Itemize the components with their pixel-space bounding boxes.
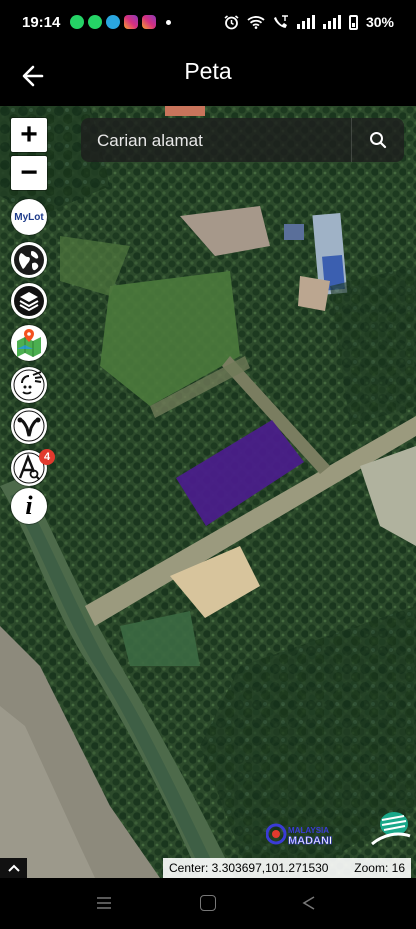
layers-button[interactable] <box>11 283 47 319</box>
status-bar: 19:14 30% <box>0 0 416 46</box>
agency-logo <box>371 812 411 846</box>
app-bar: Peta <box>0 46 416 106</box>
battery-icon <box>348 14 358 30</box>
system-navigation-bar <box>0 878 416 929</box>
search-layer-button[interactable]: 4 <box>11 449 55 486</box>
map-center-readout: Center: 3.303697,101.271530 Zoom: 16 <box>163 858 411 878</box>
nav-back-icon[interactable] <box>302 895 316 911</box>
measure-tool-icon <box>13 410 45 442</box>
page-title: Peta <box>184 58 232 84</box>
center-coordinates: Center: 3.303697,101.271530 <box>169 861 329 875</box>
volte-call-icon <box>273 14 288 28</box>
layer-count-badge: 4 <box>39 449 55 465</box>
malaysia-madani-logo: MALAYSIA MADANI <box>266 823 332 847</box>
mylot-button[interactable]: MyLot <box>11 199 47 235</box>
mylot-logo: MyLot <box>14 211 44 223</box>
whatsapp-icon <box>70 15 84 29</box>
map-marker-button[interactable] <box>11 325 47 361</box>
satellite-imagery <box>0 106 416 878</box>
system-icons: 30% <box>224 14 394 30</box>
alarm-icon <box>224 14 239 29</box>
info-icon: i <box>25 491 33 520</box>
clock: 19:14 <box>22 14 61 31</box>
more-notifications-dot <box>166 19 171 25</box>
map-pin-icon <box>17 329 41 357</box>
zoom-out-button[interactable]: − <box>11 156 47 190</box>
whatsapp-business-icon <box>88 15 102 29</box>
home-button[interactable] <box>200 895 216 911</box>
notification-icons <box>70 15 171 29</box>
globe-icon <box>14 245 44 275</box>
layers-icon <box>14 286 44 316</box>
address-search-input[interactable] <box>95 126 349 156</box>
signal-icon-1 <box>296 15 315 29</box>
search-icon <box>370 132 387 149</box>
telegram-icon <box>106 15 120 29</box>
address-search-bar <box>81 118 404 162</box>
clear-map-button[interactable] <box>11 367 47 403</box>
map-view[interactable]: + − MyLot 4 i MALAYSIA MADANI Cen <box>0 106 416 878</box>
info-button[interactable]: i <box>11 488 47 524</box>
collapse-panel-button[interactable] <box>0 858 27 878</box>
battery-level: 30% <box>365 14 394 30</box>
instagram-icon <box>124 15 138 29</box>
signal-icon-2 <box>322 15 341 29</box>
measure-button[interactable] <box>11 408 47 444</box>
wifi-icon <box>247 16 265 29</box>
svg-text:MALAYSIA: MALAYSIA <box>288 826 329 835</box>
search-button[interactable] <box>351 118 404 162</box>
chevron-up-icon <box>7 864 20 872</box>
zoom-in-button[interactable]: + <box>11 118 47 152</box>
recent-apps-icon[interactable] <box>96 896 112 910</box>
instagram-icon <box>142 15 156 29</box>
zoom-level: Zoom: 16 <box>354 861 405 875</box>
basemap-globe-button[interactable] <box>11 242 47 278</box>
svg-text:MADANI: MADANI <box>288 835 332 847</box>
broom-icon <box>13 369 45 401</box>
